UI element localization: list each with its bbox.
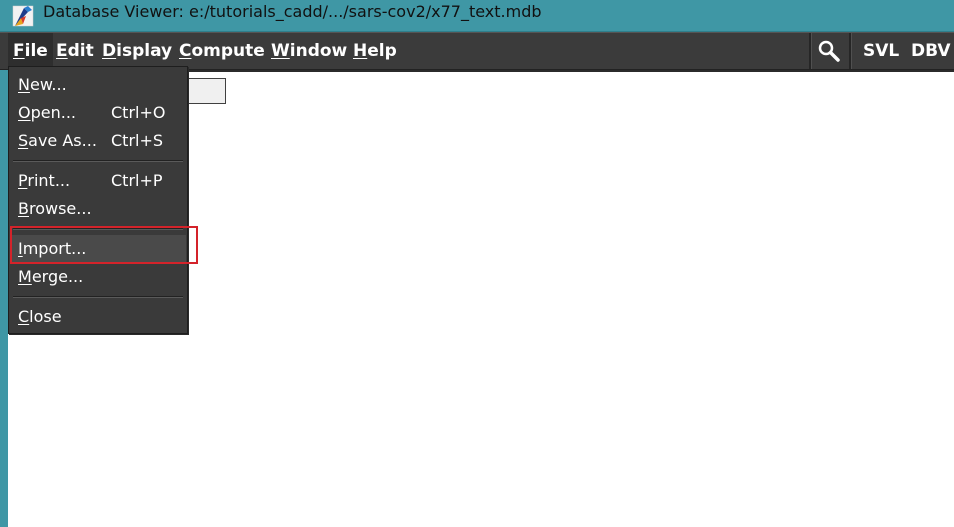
menu-item-save-as[interactable]: Save As... Ctrl+S <box>10 127 186 155</box>
menu-item-merge[interactable]: Merge... <box>10 263 186 291</box>
dbv-button[interactable]: DBV <box>911 33 951 69</box>
menu-compute-label: ompute <box>191 41 265 61</box>
app-logo-icon <box>12 5 34 27</box>
menu-help-label: elp <box>367 41 397 61</box>
menu-item-label: Import... <box>18 239 87 258</box>
menu-file-label: ile <box>24 41 48 61</box>
menu-item-label: Save As... <box>18 131 97 150</box>
menu-display[interactable]: Display <box>102 33 172 69</box>
menu-window-label: indow <box>289 41 348 61</box>
menu-item-browse[interactable]: Browse... <box>10 195 186 223</box>
menu-item-label: Open... <box>18 103 76 122</box>
menu-edit-label: dit <box>67 41 94 61</box>
menu-separator <box>13 228 183 230</box>
magnifier-icon[interactable] <box>817 39 841 63</box>
toolbar-separator <box>809 33 812 69</box>
menu-item-close[interactable]: Close <box>10 303 186 331</box>
table-header-cell[interactable] <box>188 78 226 104</box>
menu-edit-mnemonic: E <box>56 41 68 61</box>
menu-item-new[interactable]: New... <box>10 71 186 99</box>
menu-help[interactable]: Help <box>353 33 397 69</box>
file-menu-dropdown: New... Open... Ctrl+O Save As... Ctrl+S … <box>8 66 188 334</box>
menu-display-label: isplay <box>116 41 173 61</box>
shortcut-label: Ctrl+S <box>111 131 164 150</box>
window-title: Database Viewer: e:/tutorials_cadd/.../s… <box>43 2 542 21</box>
menu-display-mnemonic: D <box>102 41 117 61</box>
menu-item-label: New... <box>18 75 67 94</box>
menu-item-import[interactable]: Import... <box>10 235 186 263</box>
menu-compute-mnemonic: C <box>179 41 192 61</box>
menu-separator <box>13 160 183 162</box>
menu-help-mnemonic: H <box>353 41 368 61</box>
menu-item-label: Print... <box>18 171 71 190</box>
menu-compute[interactable]: Compute <box>179 33 265 69</box>
menu-item-open[interactable]: Open... Ctrl+O <box>10 99 186 127</box>
title-bar: Database Viewer: e:/tutorials_cadd/.../s… <box>0 0 954 32</box>
toolbar-separator <box>849 33 852 69</box>
menu-file[interactable]: File <box>8 33 53 69</box>
menu-item-print[interactable]: Print... Ctrl+P <box>10 167 186 195</box>
menu-window-mnemonic: W <box>271 41 290 61</box>
shortcut-label: Ctrl+P <box>111 171 163 190</box>
menu-bar: File Edit Display Compute Window Help SV… <box>0 32 954 70</box>
menu-separator <box>13 296 183 298</box>
menu-item-label: Close <box>18 307 62 326</box>
menu-item-label: Browse... <box>18 199 92 218</box>
menu-edit[interactable]: Edit <box>56 33 94 69</box>
menu-file-mnemonic: F <box>13 41 25 61</box>
menu-window[interactable]: Window <box>271 33 347 69</box>
shortcut-label: Ctrl+O <box>111 103 166 122</box>
svl-button[interactable]: SVL <box>863 33 899 69</box>
window-frame <box>0 70 8 527</box>
menu-item-label: Merge... <box>18 267 84 286</box>
